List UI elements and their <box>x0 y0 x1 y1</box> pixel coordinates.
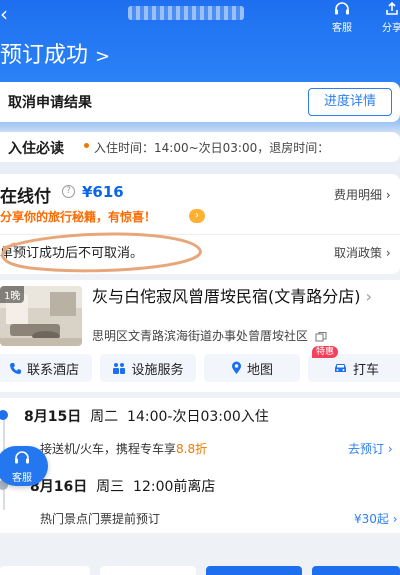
pickup-discount: 8.8折 <box>176 442 208 456</box>
checkin-notice-bar[interactable]: 入住必读 入住时间：14:00~次日03:00，退房时间： <box>0 132 400 162</box>
share-button[interactable]: 分享 <box>372 2 400 35</box>
pickup-book-link[interactable]: 去预订 › <box>348 440 393 457</box>
promo-text[interactable]: 分享你的旅行秘籍，有惊喜！ <box>0 208 156 225</box>
bottom-action-bar <box>0 562 400 575</box>
map-pin-icon <box>231 361 241 374</box>
progress-detail-button[interactable]: 进度详情 <box>308 88 392 116</box>
fee-detail-link[interactable]: 费用明细 › <box>334 186 391 203</box>
hotel-name-text: 灰与白侘寂风曾厝垵民宿(文青路分店) <box>92 287 361 306</box>
checkout-time: 12:00前离店 <box>133 479 216 495</box>
cancel-result-card: 取消申请结果 进度详情 <box>0 82 400 122</box>
ticket-booking-row[interactable]: 热门景点门票提前预订 <box>40 510 160 527</box>
pickup-book-label: 去预订 <box>348 442 385 456</box>
facilities-label: 设施服务 <box>131 362 184 378</box>
share-label: 分享 <box>382 23 400 34</box>
checkin-notice-label: 入住必读 <box>8 141 64 157</box>
floating-service-label: 客服 <box>12 473 32 484</box>
hotel-address[interactable]: 思明区文青路滨海街道办事处曾厝垵社区 <box>92 327 327 344</box>
headset-icon <box>335 2 349 15</box>
stay-timeline: 8月15日 周二 14:00-次日03:00入住 接送机/火车，携程专车享8.8… <box>0 398 400 533</box>
bullet-dot-icon <box>84 143 89 148</box>
facilities-icon <box>113 362 126 374</box>
fee-detail-label: 费用明细 <box>334 188 383 202</box>
chevron-right-icon: › <box>365 287 372 306</box>
hotel-name[interactable]: 灰与白侘寂风曾厝垵民宿(文青路分店) › <box>92 286 394 308</box>
bottom-button-3[interactable] <box>206 566 302 575</box>
page-title[interactable]: 预订成功 > <box>0 36 110 77</box>
taxi-label: 打车 <box>352 362 379 378</box>
checkin-time: 14:00-次日03:00入住 <box>127 409 269 425</box>
headset-icon <box>15 451 29 464</box>
contact-hotel-button[interactable]: 联系酒店 <box>0 354 92 382</box>
cancel-policy-label: 取消政策 <box>334 246 383 260</box>
contact-hotel-label: 联系酒店 <box>26 362 79 378</box>
divider <box>0 234 400 235</box>
checkin-dot-icon <box>0 410 8 420</box>
bottom-button-1[interactable] <box>0 566 90 575</box>
payment-method: 在线付 <box>0 187 51 207</box>
bottom-button-2[interactable] <box>100 566 196 575</box>
car-icon <box>334 364 346 372</box>
floating-service-button[interactable]: 客服 <box>0 446 48 486</box>
question-circle-icon[interactable]: ? <box>62 185 75 198</box>
hotel-photo[interactable]: 1晚 <box>0 286 82 346</box>
pickup-service-row[interactable]: 接送机/火车，携程专车享8.8折 <box>40 440 207 457</box>
checkin-notice-text: 入住时间：14:00~次日03:00，退房时间： <box>94 141 330 155</box>
non-cancellable-text: 单预订成功后不可取消。 <box>0 246 144 261</box>
checkout-weekday: 周三 <box>96 479 125 495</box>
promo-arrow-icon[interactable]: › <box>189 209 205 223</box>
checkout-row: 8月16日 周三 12:00前离店 <box>30 476 215 496</box>
payment-card: 在线付 ? ¥616 费用明细 › 分享你的旅行秘籍，有惊喜！ › 单预订成功后… <box>0 174 400 274</box>
checkin-row: 8月15日 周二 14:00-次日03:00入住 <box>24 406 269 426</box>
facilities-button[interactable]: 设施服务 <box>100 354 196 382</box>
bottom-button-4[interactable] <box>312 566 400 575</box>
chevron-right-icon: > <box>95 46 111 67</box>
payment-amount: ¥616 <box>82 183 124 201</box>
copy-icon[interactable] <box>315 331 327 342</box>
nights-badge: 1晚 <box>0 286 25 303</box>
tickets-text: 热门景点门票提前预订 <box>40 512 161 526</box>
checkin-weekday: 周二 <box>90 409 119 425</box>
masked-order-number <box>128 6 244 20</box>
cancel-policy-link[interactable]: 取消政策 › <box>334 244 391 261</box>
pickup-text: 接送机/火车，携程专车享 <box>40 442 177 456</box>
cancel-result-label: 取消申请结果 <box>8 95 92 111</box>
map-button[interactable]: 地图 <box>204 354 300 382</box>
customer-service-button[interactable]: 客服 <box>322 2 362 35</box>
ticket-price-link[interactable]: ¥30起 › <box>354 510 398 527</box>
hotel-card: 1晚 灰与白侘寂风曾厝垵民宿(文青路分店) › 思明区文青路滨海街道办事处曾厝垵… <box>0 280 400 392</box>
taxi-button[interactable]: 打车 <box>308 354 400 382</box>
back-icon[interactable]: ‹ <box>0 2 22 26</box>
page-title-text: 预订成功 <box>0 43 89 68</box>
checkin-date: 8月15日 <box>24 409 82 425</box>
hotel-address-text: 思明区文青路滨海街道办事处曾厝垵社区 <box>92 329 309 343</box>
share-icon <box>386 2 398 15</box>
customer-service-label: 客服 <box>332 23 352 34</box>
special-offer-badge: 特惠 <box>312 346 339 358</box>
map-label: 地图 <box>246 362 273 378</box>
phone-icon <box>9 362 21 374</box>
hotel-actions: 联系酒店 设施服务 地图 打车 特惠 <box>0 346 400 384</box>
ticket-price-label: ¥30起 <box>354 512 389 526</box>
